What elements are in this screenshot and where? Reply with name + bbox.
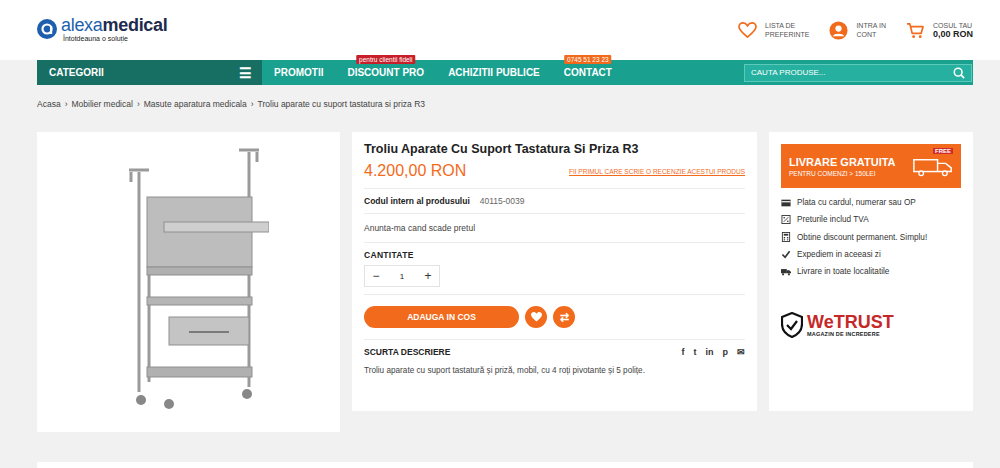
banner-text: LIVRARE GRATUITAPENTRU COMENZI > 150LEI <box>789 156 896 177</box>
price-row: 4.200,00 RON FII PRIMUL CARE SCRIE O RECE… <box>364 162 745 188</box>
add-to-cart-button[interactable]: ADAUGA IN COS <box>364 306 519 328</box>
benefit-item: Plata cu cardul, numerar sau OP <box>781 198 961 207</box>
categories-button[interactable]: CATEGORII ☰ <box>37 60 262 85</box>
benefit-text: Plata cu cardul, numerar sau OP <box>797 198 916 207</box>
benefit-item: Expediem in aceeasi zi <box>781 250 961 259</box>
nav-items: PROMOTII pentru clientii fideli DISCOUNT … <box>262 67 612 78</box>
wishlist-button[interactable] <box>525 306 547 328</box>
review-link[interactable]: FII PRIMUL CARE SCRIE O RECENZIE ACESTUI… <box>569 168 745 175</box>
product-title: Troliu Aparate Cu Suport Tastatura Si Pr… <box>364 142 745 156</box>
logo-icon <box>37 19 57 39</box>
search-placeholder: CAUTA PRODUSE... <box>751 68 826 77</box>
share-icon[interactable]: f <box>682 347 685 357</box>
product-code: Codul intern al produsului40115-0039 <box>364 188 745 213</box>
product-image[interactable] <box>37 132 340 432</box>
check-icon <box>781 250 791 259</box>
brand-name: alexamedical <box>61 16 167 35</box>
share-icon[interactable]: p <box>723 347 729 357</box>
quantity-stepper: −1+ <box>364 265 440 287</box>
share-icon[interactable]: ✉ <box>737 347 745 357</box>
card-icon <box>781 199 791 207</box>
tagline: Întotdeauna o soluție <box>63 35 167 42</box>
benefits-list: Plata cu cardul, numerar sau OP Preturile… <box>781 198 961 276</box>
header: alexamedicalÎntotdeauna o soluție LISTA D… <box>0 0 1000 60</box>
compare-button[interactable]: ⇄ <box>553 306 575 328</box>
cart-icon <box>906 22 925 39</box>
heart-icon <box>531 312 542 322</box>
nav-item[interactable]: pentru clientii fideli DISCOUNT PRO <box>347 67 424 78</box>
quantity-input[interactable]: 1 <box>387 272 417 281</box>
user-icon <box>829 21 848 40</box>
heart-icon <box>738 22 757 39</box>
nav-item[interactable]: PROMOTII <box>274 67 323 78</box>
benefit-text: Livrare in toate localitatile <box>797 267 889 276</box>
breadcrumb-item[interactable]: Masute aparatura medicala <box>144 99 247 109</box>
percent-icon <box>781 215 791 224</box>
product-price: 4.200,00 RON <box>364 162 466 180</box>
buy-row: ADAUGA IN COS ⇄ <box>364 294 745 339</box>
breadcrumb-item: Troliu aparate cu suport tastatura si pr… <box>258 99 425 109</box>
main-nav: CATEGORII ☰ PROMOTII pentru clientii fidel… <box>37 60 973 85</box>
menu-icon: ☰ <box>239 65 252 81</box>
truck-icon <box>781 268 791 276</box>
benefit-item: Obtine discount permanent. Simplu! <box>781 232 961 242</box>
share-icons: ftinp ✉ <box>682 347 746 357</box>
benefit-text: Preturile includ TVA <box>797 215 869 224</box>
share-icon[interactable]: in <box>706 347 714 357</box>
page: alexamedicalÎntotdeauna o soluție LISTA D… <box>0 0 1000 468</box>
header-action[interactable]: COSUL TAU0,00 RON <box>906 21 973 39</box>
search-field[interactable]: CAUTA PRODUSE... <box>744 64 972 82</box>
categories-label: CATEGORII <box>49 67 104 78</box>
quantity-label: CANTITATE <box>364 250 745 260</box>
details-card <box>37 462 973 468</box>
quantity-section: CANTITATE −1+ <box>364 242 745 294</box>
breadcrumb-item[interactable]: Acasa <box>37 99 61 109</box>
logo[interactable]: alexamedicalÎntotdeauna o soluție <box>37 16 167 42</box>
free-shipping-banner: LIVRARE GRATUITAPENTRU COMENZI > 150LEI F… <box>781 144 961 188</box>
trolley-image <box>109 142 269 422</box>
short-description-header: SCURTA DESCRIERE ftinp ✉ <box>364 339 745 364</box>
wetrust-badge[interactable]: WeTRUSTMAGAZIN DE INCREDERE <box>781 312 961 338</box>
benefit-text: Expediem in aceeasi zi <box>797 250 881 259</box>
calculator-icon <box>781 232 791 242</box>
main: Acasa›Mobilier medical›Masute aparatura … <box>0 85 1000 468</box>
product-info: Troliu Aparate Cu Suport Tastatura Si Pr… <box>352 132 757 411</box>
nav-badge: pentru clientii fideli <box>356 55 415 64</box>
benefit-text: Obtine discount permanent. Simplu! <box>797 233 927 242</box>
header-action[interactable]: LISTA DEPREFERINTE <box>738 21 809 39</box>
wetrust-text: WeTRUSTMAGAZIN DE INCREDERE <box>807 313 894 337</box>
nav-item[interactable]: 0745 51 23 23 CONTACT <box>564 67 612 78</box>
header-actions: LISTA DEPREFERINTE INTRA INCONT COSUL TAU0… <box>738 21 973 40</box>
price-alert-link[interactable]: Anunta-ma cand scade pretul <box>364 213 745 242</box>
breadcrumb-separator: › <box>65 99 68 109</box>
decrease-button[interactable]: − <box>365 269 387 283</box>
header-action-label: LISTA DEPREFERINTE <box>765 21 809 39</box>
logo-text: alexamedicalÎntotdeauna o soluție <box>61 16 167 42</box>
sidebar: LIVRARE GRATUITAPENTRU COMENZI > 150LEI F… <box>769 132 973 411</box>
breadcrumb-separator: › <box>251 99 254 109</box>
free-tag: FREE <box>933 148 953 154</box>
breadcrumb-separator: › <box>137 99 140 109</box>
short-description-label: SCURTA DESCRIERE <box>364 347 450 357</box>
header-action[interactable]: INTRA INCONT <box>829 21 886 40</box>
increase-button[interactable]: + <box>417 269 439 283</box>
nav-badge: 0745 51 23 23 <box>564 55 612 64</box>
breadcrumb-item[interactable]: Mobilier medical <box>71 99 132 109</box>
benefit-item: Preturile includ TVA <box>781 215 961 224</box>
share-icon[interactable]: t <box>694 347 697 357</box>
shield-icon <box>781 312 803 338</box>
nav-item[interactable]: ACHIZITII PUBLICE <box>448 67 540 78</box>
benefit-item: Livrare in toate localitatile <box>781 267 961 276</box>
header-action-label: INTRA INCONT <box>856 21 886 39</box>
short-description: Troliu aparate cu suport tastatură și pr… <box>364 366 745 375</box>
truck-icon: FREE <box>913 151 953 181</box>
product-area: Troliu Aparate Cu Suport Tastatura Si Pr… <box>37 132 973 432</box>
search-icon[interactable] <box>953 67 965 79</box>
header-action-label: COSUL TAU0,00 RON <box>933 21 973 39</box>
breadcrumb: Acasa›Mobilier medical›Masute aparatura … <box>37 85 1000 110</box>
